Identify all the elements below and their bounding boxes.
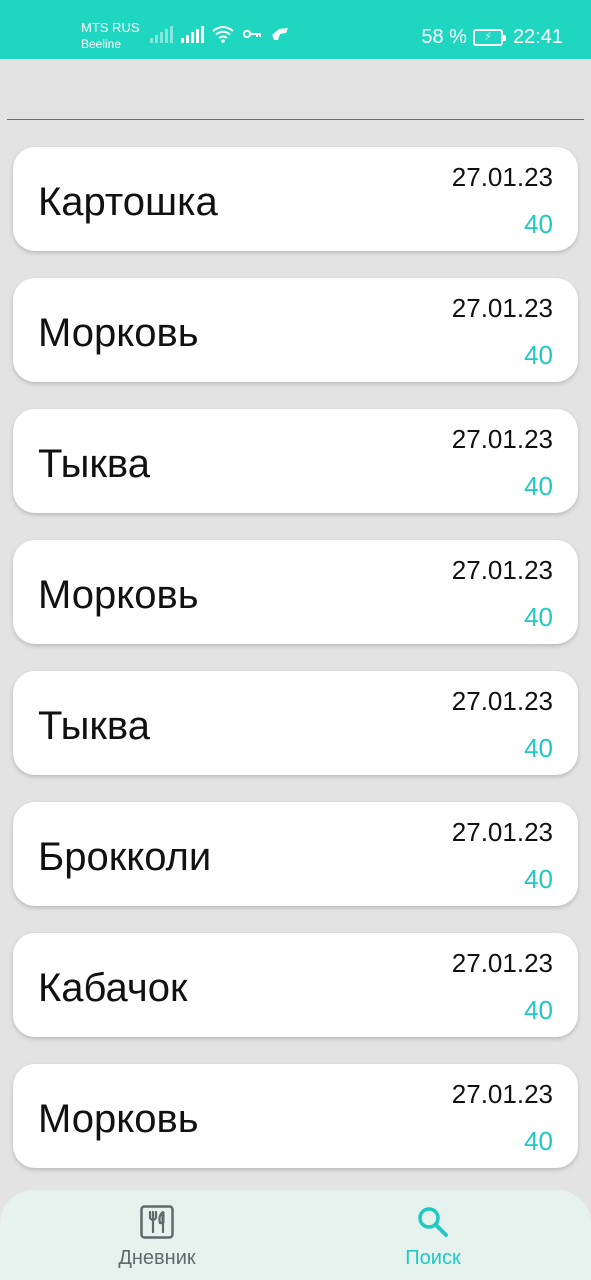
food-list: Картошка 27.01.23 40 Морковь 27.01.23 40 Тыква…	[13, 147, 578, 1195]
food-date: 27.01.23	[451, 293, 553, 323]
status-icons	[150, 25, 290, 43]
food-date: 27.01.23	[451, 948, 553, 978]
food-name: Морковь	[38, 573, 199, 617]
status-right: 58 % ⚡ 22:41	[421, 25, 563, 49]
search-icon	[418, 1207, 448, 1237]
cutlery-icon	[140, 1205, 174, 1239]
nfc-icon	[272, 28, 288, 40]
food-value: 40	[524, 209, 553, 239]
food-value: 40	[524, 471, 553, 501]
food-name: Морковь	[38, 1097, 199, 1141]
food-card[interactable]: Тыква 27.01.23 40	[13, 671, 578, 775]
food-card[interactable]: Картошка 27.01.23 40	[13, 147, 578, 251]
clock: 22:41	[512, 26, 563, 48]
food-date: 27.01.23	[451, 817, 553, 847]
food-date: 27.01.23	[451, 555, 553, 585]
carrier-1-label: MTS RUS	[81, 20, 140, 35]
signal-icon	[150, 25, 173, 43]
wifi-icon	[212, 26, 234, 43]
signal-icon	[181, 25, 204, 43]
food-name: Картошка	[38, 180, 218, 224]
food-card[interactable]: Морковь 27.01.23 40	[13, 1064, 578, 1168]
food-card[interactable]: Брокколи 27.01.23 40	[13, 802, 578, 906]
carrier-2-label: Beeline	[81, 37, 122, 51]
battery-charging-icon: ⚡	[472, 28, 506, 46]
food-name: Тыква	[38, 442, 150, 486]
food-date: 27.01.23	[451, 1079, 553, 1109]
nav-tab-search-label: Поиск	[405, 1247, 461, 1269]
food-card[interactable]: Морковь 27.01.23 40	[13, 540, 578, 644]
nav-tab-diary[interactable]: Дневник	[77, 1204, 237, 1274]
food-name: Тыква	[38, 704, 150, 748]
vpn-key-icon	[242, 29, 261, 39]
food-date: 27.01.23	[451, 424, 553, 454]
food-card[interactable]: Кабачок 27.01.23 40	[13, 933, 578, 1037]
nav-tab-search[interactable]: Поиск	[353, 1204, 513, 1274]
food-value: 40	[524, 733, 553, 763]
food-value: 40	[524, 340, 553, 370]
food-date: 27.01.23	[451, 162, 553, 192]
battery-percent: 58 %	[421, 26, 467, 48]
food-card[interactable]: Морковь 27.01.23 40	[13, 278, 578, 382]
bottom-navigation: Дневник Поиск	[0, 1190, 591, 1280]
food-value: 40	[524, 1126, 553, 1156]
carrier-info: MTS RUS Beeline	[81, 20, 140, 52]
food-card[interactable]: Тыква 27.01.23 40	[13, 409, 578, 513]
divider	[7, 119, 584, 120]
nav-tab-diary-label: Дневник	[118, 1247, 196, 1269]
food-name: Морковь	[38, 311, 199, 355]
food-value: 40	[524, 602, 553, 632]
food-date: 27.01.23	[451, 686, 553, 716]
food-name: Кабачок	[38, 966, 188, 1010]
food-value: 40	[524, 995, 553, 1025]
food-name: Брокколи	[38, 835, 212, 879]
food-value: 40	[524, 864, 553, 894]
status-bar: MTS RUS Beeline 58 % ⚡ 22:41	[0, 0, 591, 59]
